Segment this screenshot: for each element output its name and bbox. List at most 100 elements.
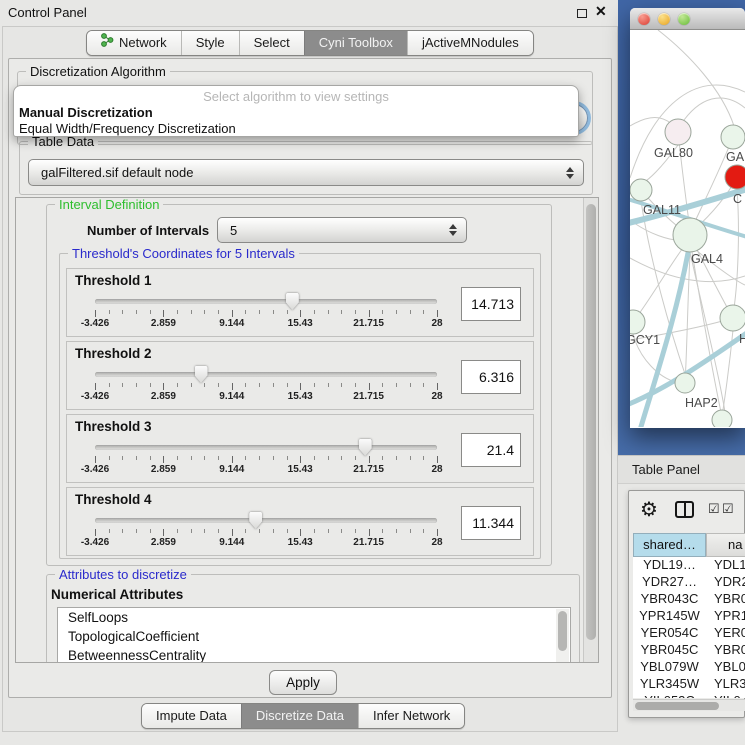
list-scrollbar[interactable]	[556, 609, 569, 663]
slider-track[interactable]	[95, 445, 437, 450]
scrollbar-thumb[interactable]	[558, 611, 567, 651]
node-label: H	[739, 332, 745, 346]
network-node[interactable]	[665, 119, 691, 145]
gear-icon[interactable]: ⚙	[640, 497, 658, 522]
number-of-intervals-spinner[interactable]: 5	[217, 217, 467, 243]
slider-tick-labels: -3.4262.8599.14415.4321.71528	[95, 318, 437, 330]
tab-cyni-toolbox[interactable]: Cyni Toolbox	[304, 31, 407, 55]
scrollbar-thumb[interactable]	[635, 702, 719, 710]
network-node[interactable]	[630, 310, 645, 334]
network-node[interactable]	[673, 218, 707, 252]
table-data-combobox[interactable]: galFiltered.sif default node	[28, 159, 584, 186]
network-view-window[interactable]: GAL80GACGAL11GAL4GCY1HHAP2	[630, 8, 745, 428]
zoom-traffic-light-icon[interactable]	[678, 13, 690, 25]
table-row[interactable]: YIL052CYIL0	[633, 693, 745, 698]
slider-tick-labels: -3.4262.8599.14415.4321.71528	[95, 464, 437, 476]
table-row[interactable]: YDL19…YDL1	[633, 557, 745, 574]
column-header-name[interactable]: na	[706, 533, 745, 557]
combobox-value: galFiltered.sif default node	[41, 160, 193, 185]
table-panel-window: ⚙ ☑ ☑ shared… na YDL19…YDL1YDR27…YDR2YBR…	[628, 490, 745, 718]
threshold-label: Threshold 1	[75, 273, 152, 288]
table-row[interactable]: YBR045CYBR0	[633, 642, 745, 659]
threshold-value-field[interactable]: 6.316	[461, 360, 521, 394]
columns-icon[interactable]	[675, 501, 694, 518]
slider-thumb[interactable]	[359, 439, 372, 456]
list-item[interactable]: TopologicalCoefficient	[58, 627, 570, 646]
cyni-content: Discretization Algorithm Select algorith…	[8, 58, 612, 698]
settings-scrollpane: Interval Definition Number of Intervals …	[15, 197, 599, 663]
tab-select[interactable]: Select	[239, 31, 304, 55]
threshold-value-field[interactable]: 11.344	[461, 506, 521, 540]
dropdown-option-manual[interactable]: Manual Discretization	[14, 105, 578, 121]
close-icon[interactable]: ✕	[595, 3, 607, 20]
tab-label: Discretize Data	[256, 704, 344, 728]
slider-thumb[interactable]	[195, 366, 208, 383]
tab-label: Impute Data	[156, 704, 227, 728]
table-row[interactable]: YER054CYER0	[633, 625, 745, 642]
network-edge	[684, 98, 745, 120]
tab-style[interactable]: Style	[181, 31, 239, 55]
float-icon[interactable]	[577, 9, 587, 18]
network-edge	[690, 252, 725, 412]
slider-thumb[interactable]	[286, 293, 299, 310]
horizontal-scrollbar[interactable]	[633, 699, 745, 711]
table-row[interactable]: YDR27…YDR2	[633, 574, 745, 591]
network-node[interactable]	[725, 165, 745, 189]
vertical-scrollbar[interactable]	[583, 198, 598, 662]
threshold-value-field[interactable]: 14.713	[461, 287, 521, 321]
node-label: C	[733, 192, 742, 206]
checkbox-icon[interactable]: ☑	[708, 501, 720, 517]
threshold-value-field[interactable]: 21.4	[461, 433, 521, 467]
threshold-panel: Threshold 4-3.4262.8599.14415.4321.71528…	[66, 487, 534, 556]
network-edge	[630, 118, 672, 127]
network-node[interactable]	[721, 125, 745, 149]
network-canvas[interactable]: GAL80GACGAL11GAL4GCY1HHAP2	[630, 30, 745, 427]
node-label: GA	[726, 150, 745, 164]
network-window-titlebar	[630, 8, 745, 30]
checkbox-icon[interactable]: ☑	[722, 501, 734, 517]
minimize-traffic-light-icon[interactable]	[658, 13, 670, 25]
column-header-shared-name[interactable]: shared…	[633, 533, 706, 557]
tab-label: Cyni Toolbox	[319, 31, 393, 55]
tab-jactivemnodules[interactable]: jActiveMNodules	[407, 31, 533, 55]
group-label: Attributes to discretize	[55, 567, 191, 582]
network-node[interactable]	[675, 373, 695, 393]
desktop-right: GAL80GACGAL11GAL4GCY1HHAP2 Table Panel ⚙…	[618, 0, 745, 745]
control-panel: Control Panel ✕ Network Style Select Cyn…	[0, 0, 620, 745]
spinner-arrows-icon	[449, 224, 457, 236]
table-row[interactable]: YBL079WYBL0	[633, 659, 745, 676]
slider-ticks	[95, 456, 437, 464]
slider-track[interactable]	[95, 299, 437, 304]
table-row[interactable]: YPR145WYPR1	[633, 608, 745, 625]
group-label: Discretization Algorithm	[26, 64, 170, 79]
slider-thumb[interactable]	[249, 512, 262, 529]
list-item[interactable]: BetweennessCentrality	[58, 646, 570, 663]
table-row[interactable]: YBR043CYBR0	[633, 591, 745, 608]
tab-infer-network[interactable]: Infer Network	[358, 704, 464, 728]
numerical-attributes-list[interactable]: SelfLoopsTopologicalCoefficientBetweenne…	[57, 607, 571, 663]
tab-discretize-data[interactable]: Discretize Data	[241, 704, 358, 728]
network-node[interactable]	[720, 305, 745, 331]
dropdown-option-equal-width[interactable]: Equal Width/Frequency Discretization	[14, 121, 578, 137]
threshold-label: Threshold 2	[75, 346, 152, 361]
apply-button[interactable]: Apply	[269, 670, 337, 695]
table-panel-title: Table Panel	[632, 462, 700, 477]
tab-impute-data[interactable]: Impute Data	[142, 704, 241, 728]
network-node[interactable]	[630, 179, 652, 201]
numerical-attributes-label: Numerical Attributes	[51, 587, 183, 602]
slider-tick-labels: -3.4262.8599.14415.4321.71528	[95, 391, 437, 403]
network-node[interactable]	[712, 410, 732, 427]
network-icon	[101, 31, 114, 55]
scrollbar-thumb[interactable]	[586, 204, 596, 640]
close-traffic-light-icon[interactable]	[638, 13, 650, 25]
threshold-panel: Threshold 1 -3.4262.8599.14415.4321.71528…	[66, 268, 534, 337]
list-item[interactable]: SelfLoops	[58, 608, 570, 627]
tab-network[interactable]: Network	[87, 31, 181, 55]
slider-track[interactable]	[95, 518, 437, 523]
node-label: GAL4	[691, 252, 723, 266]
table-row[interactable]: YLR345WYLR3	[633, 676, 745, 693]
threshold-panel: Threshold 3-3.4262.8599.14415.4321.71528…	[66, 414, 534, 483]
panel-titlebar: Control Panel ✕	[0, 0, 620, 26]
node-label: GAL11	[643, 203, 681, 217]
slider-track[interactable]	[95, 372, 437, 377]
